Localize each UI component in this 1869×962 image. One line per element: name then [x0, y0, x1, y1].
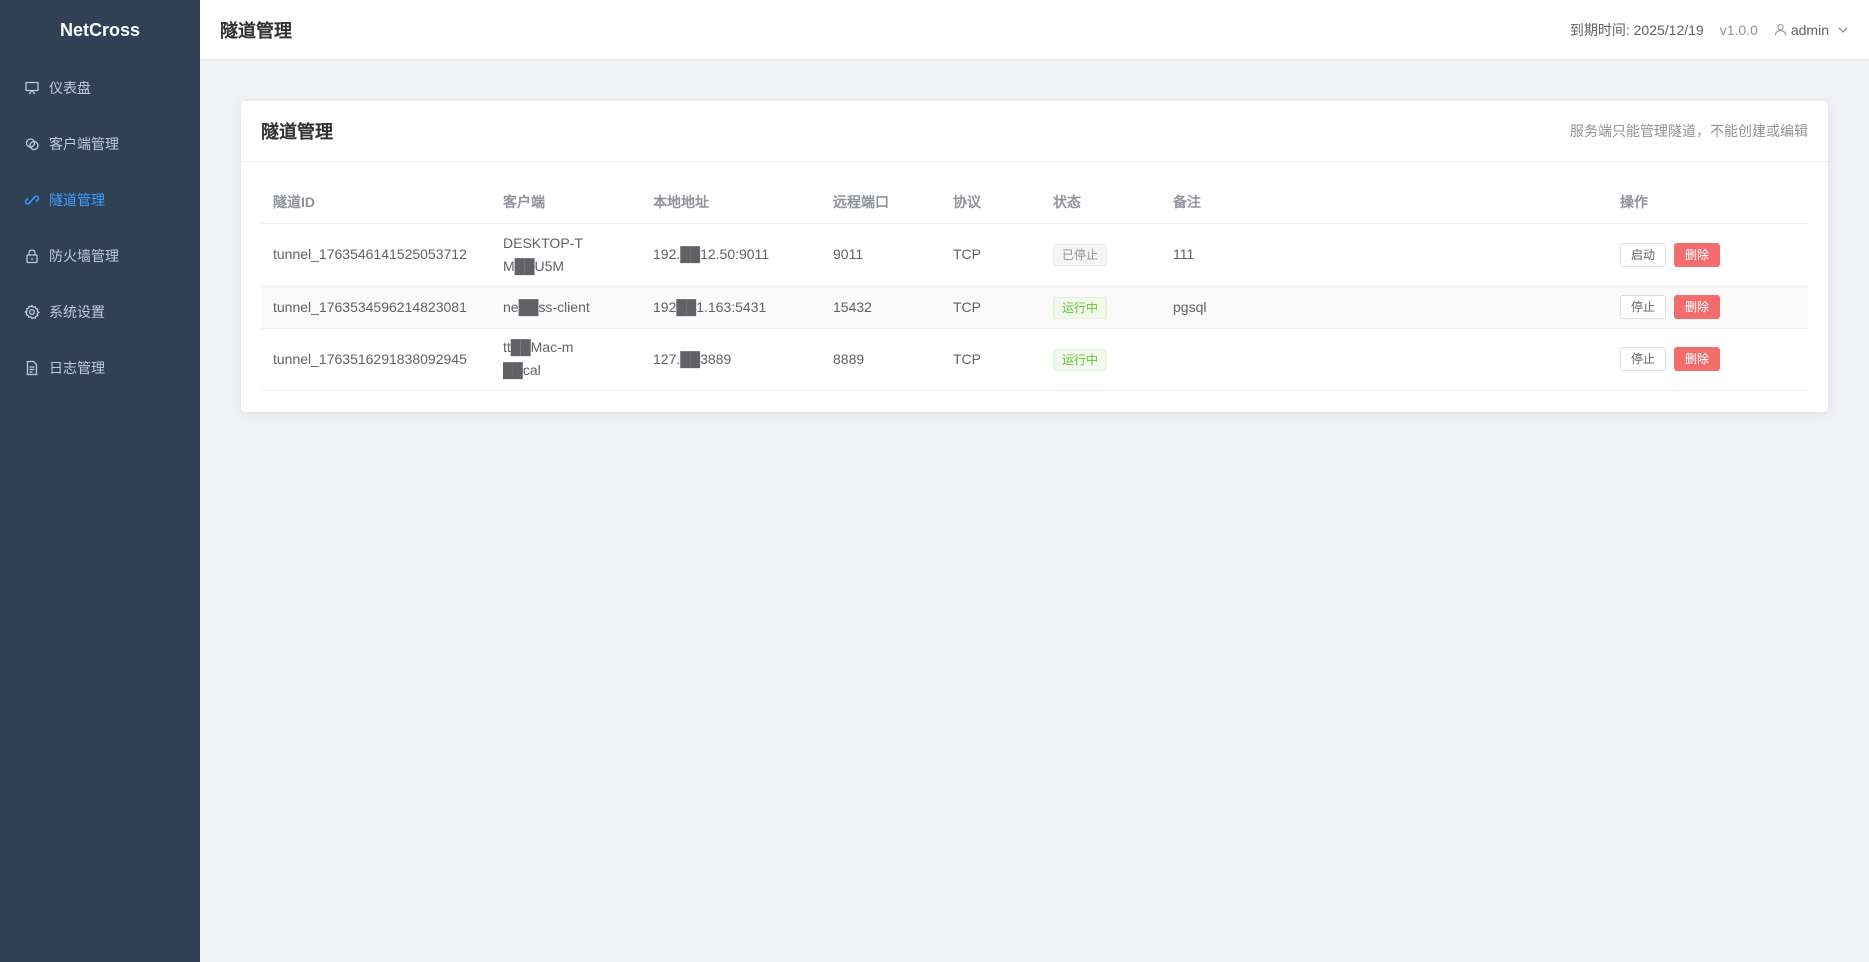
protocol: TCP [941, 286, 1041, 329]
sidebar-item-clients[interactable]: 客户端管理 [0, 116, 200, 172]
clients-icon [24, 136, 40, 152]
tunnel-id: tunnel_1763534596214823081 [261, 286, 491, 329]
page-title: 隧道管理 [220, 20, 292, 41]
app-logo: NetCross [0, 0, 200, 60]
column-header: 状态 [1041, 181, 1161, 224]
user-dropdown[interactable]: admin [1774, 22, 1849, 38]
delete-button[interactable]: 删除 [1674, 242, 1721, 267]
monitor-icon [24, 80, 40, 96]
tunnel-card: 隧道管理 服务端只能管理隧道，不能创建或编辑 隧道ID 客户端 本地地址 远程端… [241, 101, 1828, 412]
remote-port: 8889 [821, 328, 941, 391]
card-title: 隧道管理 [261, 122, 333, 142]
table-row: tunnel_1763546141525053712 DESKTOP-TM██U… [261, 223, 1808, 287]
sidebar-item-label: 日志管理 [49, 360, 105, 376]
column-header: 隧道ID [261, 181, 491, 224]
delete-button[interactable]: 删除 [1674, 295, 1721, 320]
column-header: 协议 [941, 181, 1041, 224]
tunnel-table-wrap: 隧道ID 客户端 本地地址 远程端口 协议 状态 备注 操作 tunnel_17… [261, 181, 1808, 391]
lock-icon [24, 248, 40, 264]
sidebar-item-label: 隧道管理 [49, 192, 105, 208]
user-icon [1774, 24, 1787, 36]
column-header: 操作 [1608, 181, 1808, 224]
table-header-row: 隧道ID 客户端 本地地址 远程端口 协议 状态 备注 操作 [261, 181, 1808, 224]
sidebar-item-firewall[interactable]: 防火墙管理 [0, 228, 200, 284]
version-label: v1.0.0 [1719, 21, 1758, 38]
tunnel-table: 隧道ID 客户端 本地地址 远程端口 协议 状态 备注 操作 tunnel_17… [261, 181, 1808, 391]
expiry-date: 到期时间: 2025/12/19 [1569, 21, 1704, 38]
user-name: admin [1790, 21, 1829, 38]
stop-button[interactable]: 停止 [1620, 347, 1667, 372]
card-header: 隧道管理 服务端只能管理隧道，不能创建或编辑 [241, 101, 1828, 162]
sidebar-item-label: 仪表盘 [49, 80, 91, 96]
client-name: ne██ss-client [491, 286, 641, 329]
protocol: TCP [941, 223, 1041, 287]
remote-port: 9011 [821, 223, 941, 287]
link-icon [24, 192, 40, 208]
sidebar-item-tunnels[interactable]: 隧道管理 [0, 172, 200, 228]
table-row: tunnel_1763534596214823081 ne██ss-client… [261, 286, 1808, 329]
column-header: 备注 [1161, 181, 1608, 224]
remote-port: 15432 [821, 286, 941, 329]
document-icon [24, 360, 40, 376]
note: 111 [1161, 223, 1608, 287]
status-badge: 已停止 [1053, 244, 1108, 266]
sidebar: NetCross 仪表盘 客户端管理 隧道管理 防火墙管理 系统设置 日志管理 [0, 0, 200, 962]
local-address: 192.██12.50:9011 [641, 223, 821, 287]
column-header: 客户端 [491, 181, 641, 224]
header-right: 到期时间: 2025/12/19 v1.0.0 admin [1570, 20, 1849, 40]
start-button[interactable]: 启动 [1620, 242, 1667, 267]
sidebar-item-label: 防火墙管理 [49, 248, 119, 264]
note: pgsql [1161, 286, 1608, 329]
local-address: 127.██3889 [641, 328, 821, 391]
client-name: tt██Mac-m██cal [503, 339, 574, 378]
table-row: tunnel_1763516291838092945 tt██Mac-m██ca… [261, 328, 1808, 391]
tunnel-id: tunnel_1763516291838092945 [261, 328, 491, 391]
status-badge: 运行中 [1053, 296, 1108, 319]
stop-button[interactable]: 停止 [1620, 295, 1667, 320]
column-header: 本地地址 [641, 181, 821, 224]
gear-icon [24, 304, 40, 320]
client-name: DESKTOP-TM██U5M [503, 234, 583, 274]
local-address: 192██1.163:5431 [641, 286, 821, 329]
top-header: 隧道管理 到期时间: 2025/12/19 v1.0.0 admin [200, 0, 1869, 60]
protocol: TCP [941, 328, 1041, 391]
delete-button[interactable]: 删除 [1674, 347, 1721, 372]
status-badge: 运行中 [1053, 348, 1108, 371]
sidebar-item-label: 系统设置 [49, 304, 105, 320]
card-hint: 服务端只能管理隧道，不能创建或编辑 [1570, 123, 1808, 139]
tunnel-id: tunnel_1763546141525053712 [261, 223, 491, 287]
sidebar-item-dashboard[interactable]: 仪表盘 [0, 60, 200, 116]
sidebar-item-logs[interactable]: 日志管理 [0, 340, 200, 396]
sidebar-menu: 仪表盘 客户端管理 隧道管理 防火墙管理 系统设置 日志管理 [0, 60, 200, 396]
column-header: 远程端口 [821, 181, 941, 224]
app-root: NetCross 仪表盘 客户端管理 隧道管理 防火墙管理 系统设置 日志管理 … [0, 0, 1869, 962]
chevron-down-icon [1838, 27, 1848, 33]
note [1161, 328, 1608, 391]
sidebar-item-label: 客户端管理 [49, 136, 119, 152]
sidebar-item-settings[interactable]: 系统设置 [0, 284, 200, 340]
